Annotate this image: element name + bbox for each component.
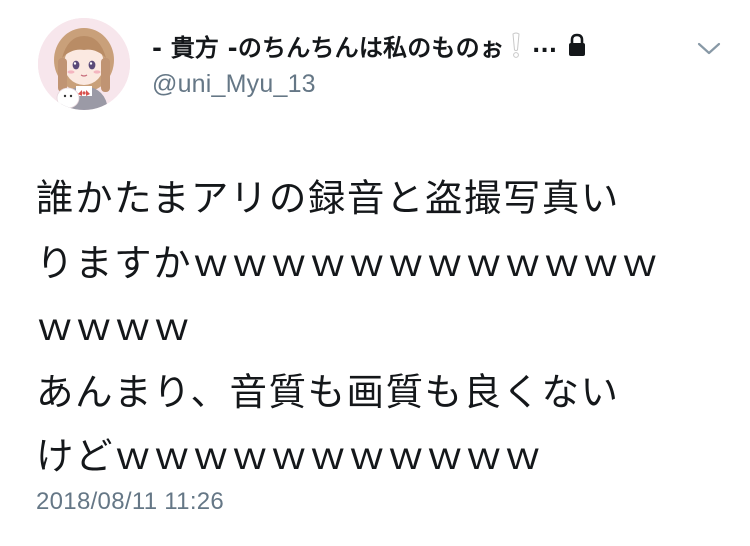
tweet-text-line: 誰かたまアリの録音と盗撮写真い (36, 176, 620, 220)
tweet-header: - 貴方 -のちんちんは私のものぉ ... @uni_Myu_13 (152, 26, 692, 99)
avatar-illustration (38, 18, 130, 110)
display-name[interactable]: - 貴方 -のちんちんは私のものぉ (152, 28, 504, 63)
chevron-down-icon[interactable] (694, 38, 724, 60)
tweet-timestamp[interactable]: 2018/08/11 11:26 (36, 488, 224, 516)
tweet-card: - 貴方 -のちんちんは私のものぉ ... @uni_Myu_13 誰かたまアリ… (0, 0, 750, 546)
tweet-text-line: あんまり、音質も画質も良くない (36, 369, 620, 414)
exclamation-emoji-icon (510, 31, 522, 59)
tweet-text: 誰かたまアリの録音と盗撮写真い りますかｗｗｗｗｗｗｗｗｗｗｗｗ ｗｗｗｗ あん… (36, 166, 716, 489)
name-truncation-ellipsis: ... (532, 32, 558, 58)
tweet-text-line: けどｗｗｗｗｗｗｗｗｗｗｗ (36, 434, 543, 478)
author-name-row[interactable]: - 貴方 -のちんちんは私のものぉ ... (152, 26, 692, 64)
lock-icon (567, 33, 587, 57)
tweet-text-line: りますかｗｗｗｗｗｗｗｗｗｗｗｗ (36, 240, 660, 285)
avatar[interactable] (38, 18, 130, 110)
tweet-text-line: ｗｗｗｗ (36, 305, 192, 349)
author-handle[interactable]: @uni_Myu_13 (152, 70, 692, 99)
